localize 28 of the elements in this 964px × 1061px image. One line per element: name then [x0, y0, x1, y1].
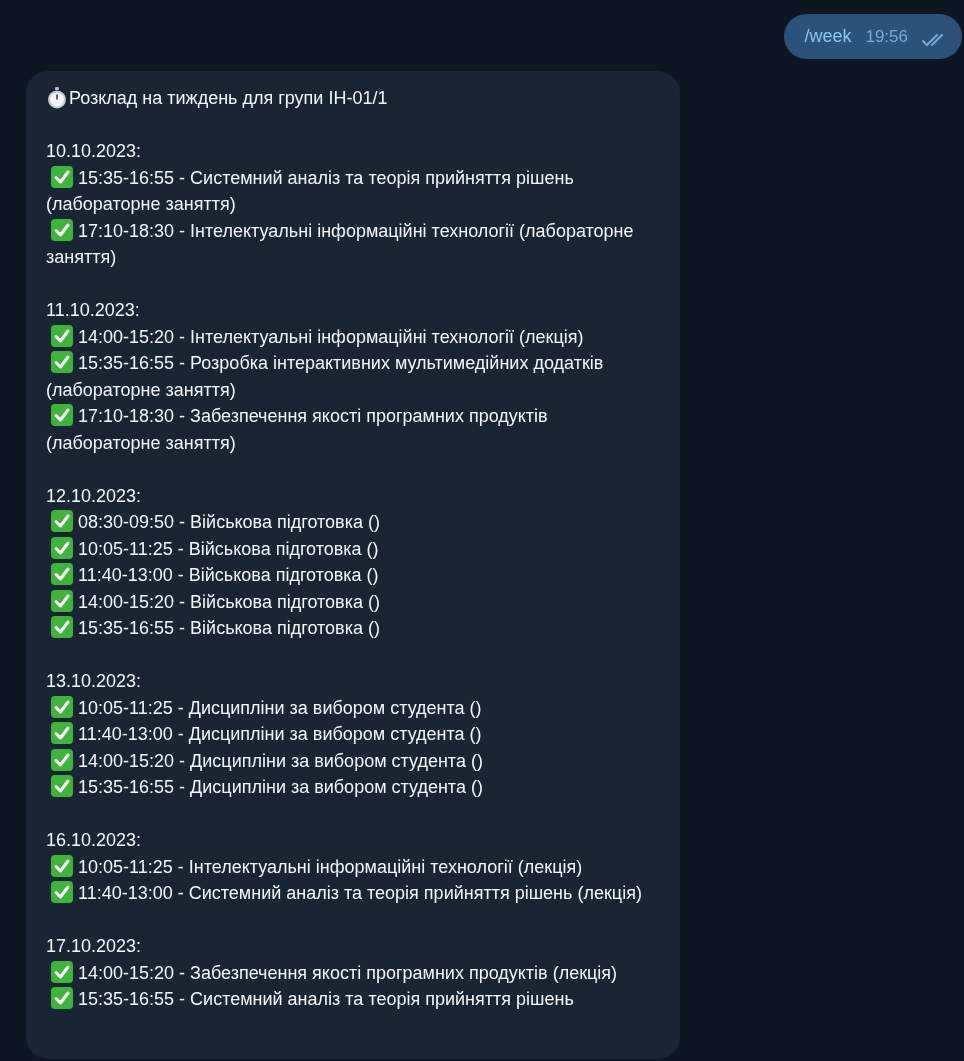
message-time: 19:56 [865, 27, 908, 47]
command-text: /week [804, 26, 852, 47]
date-heading: 12.10.2023: [46, 484, 143, 508]
date-heading: 17.10.2023: [46, 935, 143, 958]
date-heading: 16.10.2023: [46, 829, 143, 852]
lesson-text: 10:05-11:25 - Дисципліни за вибором студента () [78, 697, 482, 718]
lesson-text: 11:40-13:00 - Системний аналіз та теорія прийняття рішень (лекція) [78, 883, 642, 903]
stopwatch-icon [46, 87, 68, 110]
lesson-text: 15:35-16:55 - Системний аналіз та теорія прийняття рішень (лабораторне заняття) [46, 167, 574, 214]
lesson-text: 11:40-13:00 - Військова підготовка () [78, 565, 379, 585]
lesson-text: 14:00-15:20 - Військова підготовка () [78, 591, 380, 612]
schedule-title: Розклад на тиждень для групи ІН-01/1 [69, 87, 388, 110]
lesson-text: 14:00-15:20 - Інтелектуальні інформаційні технології (лекція) [78, 326, 584, 347]
lesson-text: 08:30-09:50 - Військова підготовка () [78, 512, 380, 532]
lesson-text: 15:35-16:55 - Системний аналіз та теорія прийняття рішень [78, 989, 574, 1009]
lesson-text: 10:05-11:25 - Військова підготовка () [78, 538, 379, 559]
lesson-text: 17:10-18:30 - Забезпечення якості програмних продуктів (лабораторне заняття) [46, 406, 548, 453]
lesson-text: 11:40-13:00 - Дисципліни за вибором студента () [78, 724, 482, 744]
lesson-text: 17:10-18:30 - Інтелектуальні інформаційні технології (лабораторне заняття) [46, 220, 634, 267]
lesson-text: 14:00-15:20 - Забезпечення якості програмних продуктів (лекція) [78, 962, 618, 983]
date-heading: 10.10.2023: [46, 140, 143, 163]
lesson-text: 15:35-16:55 - Дисципліни за вибором студента () [78, 777, 483, 797]
lesson-text: 14:00-15:20 - Дисципліни за вибором студента () [78, 750, 483, 771]
lesson-text: 15:35-16:55 - Розробка інтерактивних мультимедійних додатків (лабораторне заняття) [46, 353, 604, 400]
lesson-text: 10:05-11:25 - Інтелектуальні інформаційні технології (лекція) [78, 856, 583, 877]
date-heading: 13.10.2023: [46, 670, 143, 693]
date-heading: 11.10.2023: [46, 299, 141, 322]
lesson-text: 15:35-16:55 - Військова підготовка () [78, 618, 380, 638]
